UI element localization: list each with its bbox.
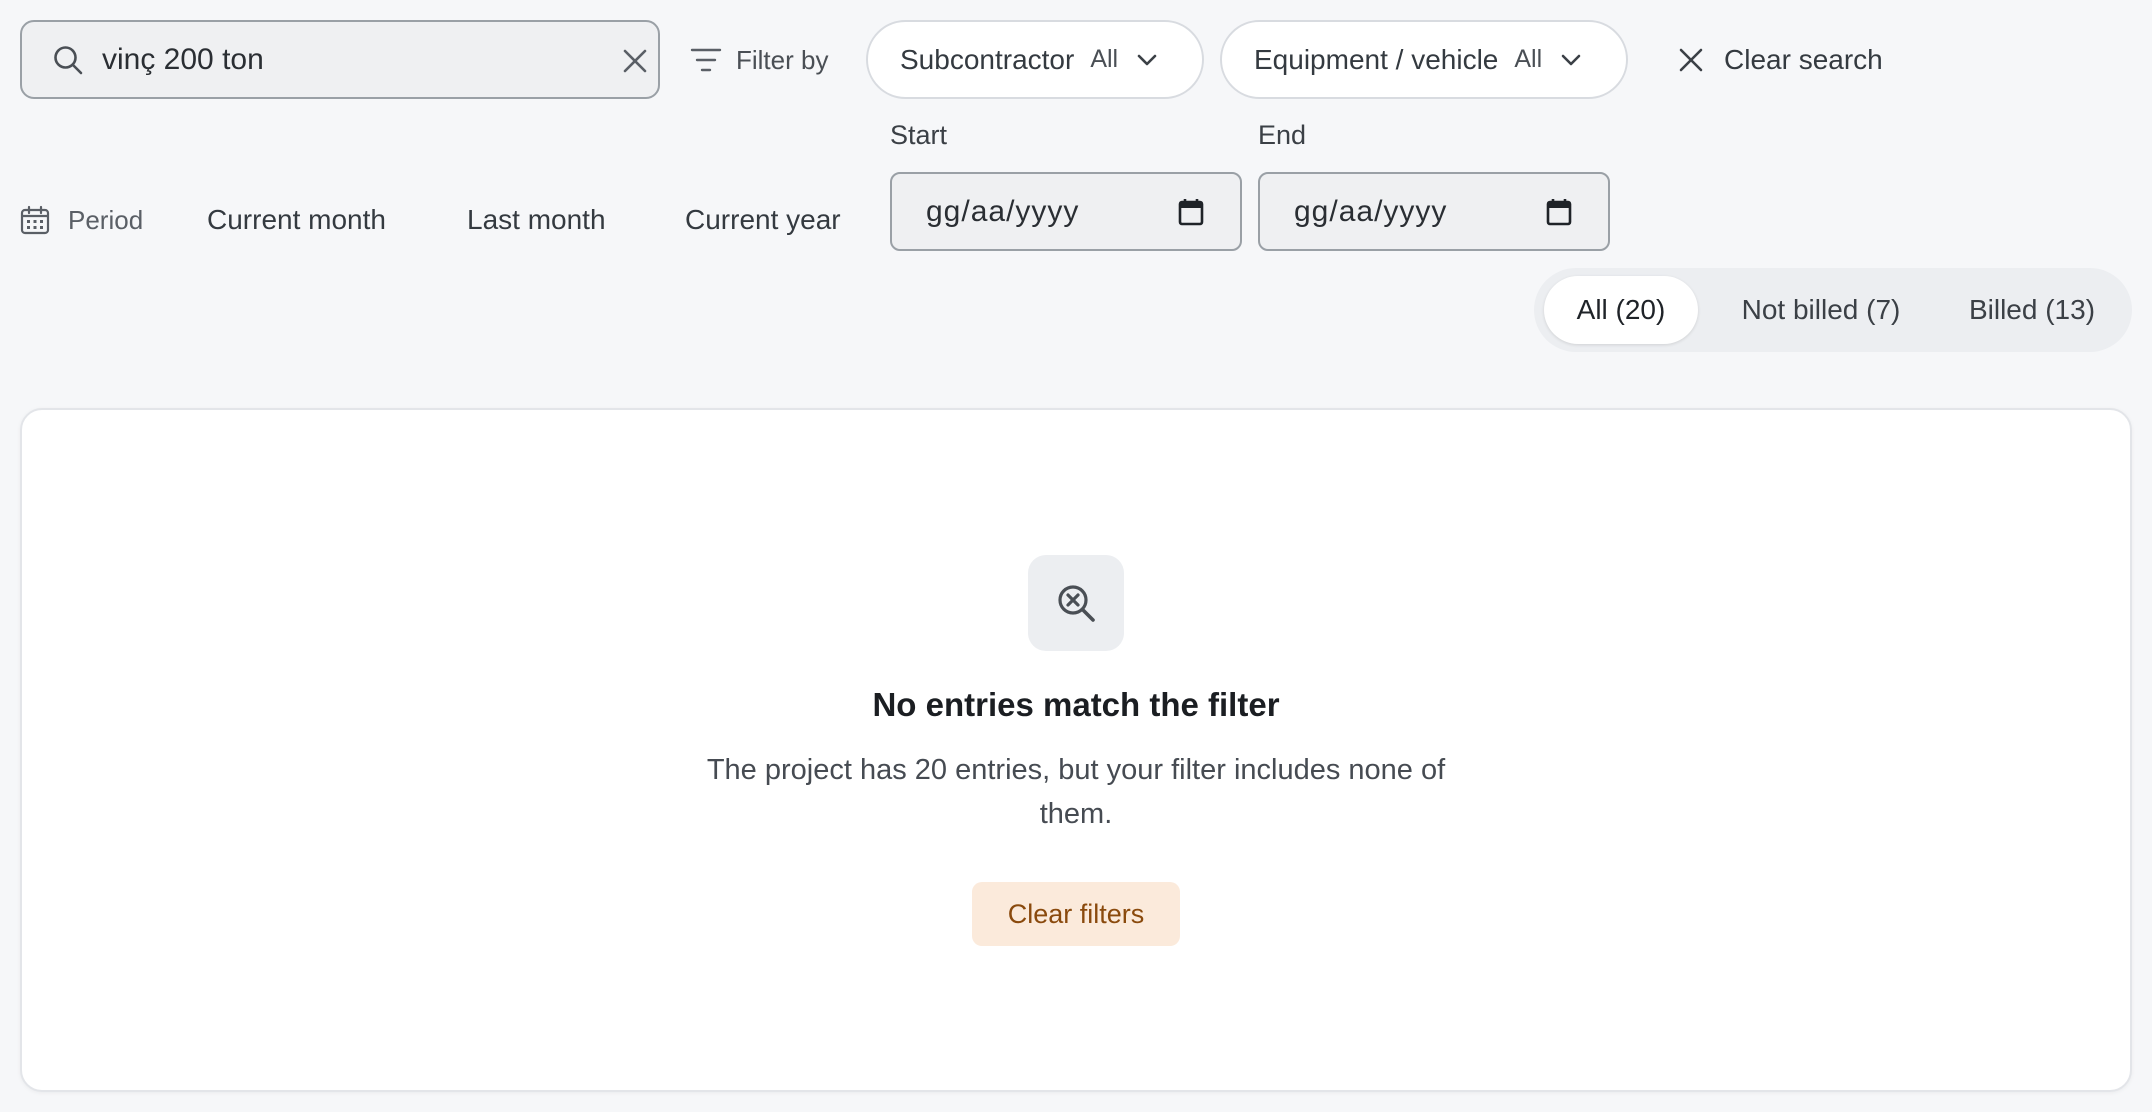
subcontractor-dropdown[interactable]: Subcontractor All [866,20,1204,99]
period-text: Period [68,204,144,235]
end-date-input[interactable]: gg/aa/yyyy [1258,172,1610,251]
equipment-value: All [1514,45,1543,73]
search-icon [52,44,84,76]
search-input[interactable]: vinç 200 ton [20,20,660,99]
clear-search-label: Clear search [1724,44,1883,75]
subcontractor-label: Subcontractor [900,43,1075,75]
calendar-icon[interactable] [1546,198,1572,226]
clear-search-button[interactable]: Clear search [1678,40,1883,80]
end-date-placeholder: gg/aa/yyyy [1294,195,1448,228]
start-date-input[interactable]: gg/aa/yyyy [890,172,1242,251]
equipment-dropdown[interactable]: Equipment / vehicle All [1220,20,1628,99]
calendar-icon[interactable] [1178,198,1204,226]
search-value: vinç 200 ton [102,43,264,76]
clear-filters-button[interactable]: Clear filters [972,882,1180,946]
tab-billed[interactable]: Billed (13) [1944,276,2120,344]
empty-state-icon-container [1028,555,1124,651]
period-last-month[interactable]: Last month [467,200,606,240]
start-date-label: Start [890,120,948,150]
filter-by-text: Filter by [736,44,829,75]
period-current-year[interactable]: Current year [685,200,841,240]
period-label: Period [20,200,143,240]
clear-input-icon[interactable] [622,48,648,74]
calendar-icon [20,205,68,235]
empty-state-description: The project has 20 entries, but your fil… [706,754,1446,830]
filter-by-label: Filter by [690,40,828,80]
start-date-placeholder: gg/aa/yyyy [926,195,1080,228]
equipment-label: Equipment / vehicle [1254,43,1499,75]
chevron-down-icon [1118,53,1158,67]
subcontractor-value: All [1090,45,1119,73]
billing-status-tabs: All (20) Not billed (7) Billed (13) [1534,268,2132,352]
end-date-label: End [1258,120,1307,150]
tab-all[interactable]: All (20) [1544,276,1698,344]
filter-icon [690,46,736,74]
tab-not-billed[interactable]: Not billed (7) [1714,276,1928,344]
empty-state-title: No entries match the filter [872,686,1280,723]
close-icon [1678,47,1724,73]
chevron-down-icon [1542,53,1582,67]
period-current-month[interactable]: Current month [207,200,386,240]
